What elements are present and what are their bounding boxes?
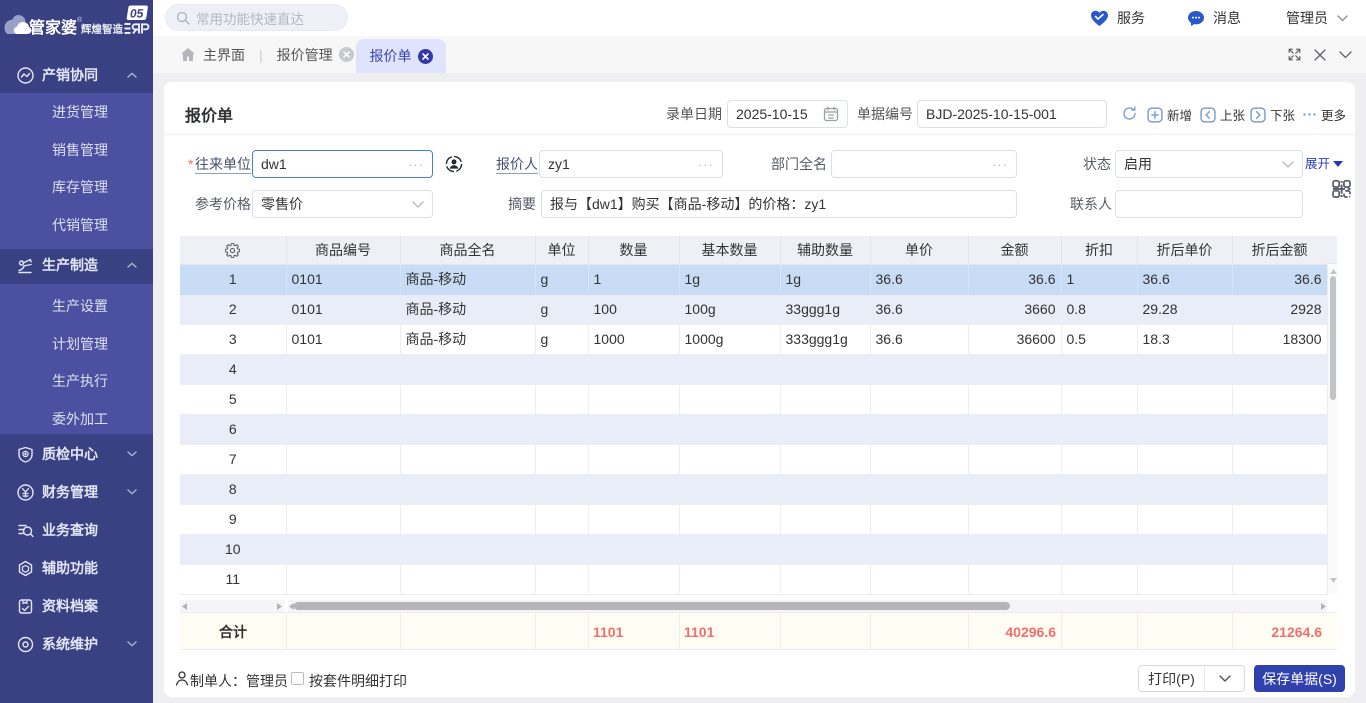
svg-text:管家婆: 管家婆 — [29, 18, 77, 37]
svg-text:05: 05 — [129, 7, 145, 21]
svg-text:辉煌智造: 辉煌智造 — [81, 23, 123, 36]
